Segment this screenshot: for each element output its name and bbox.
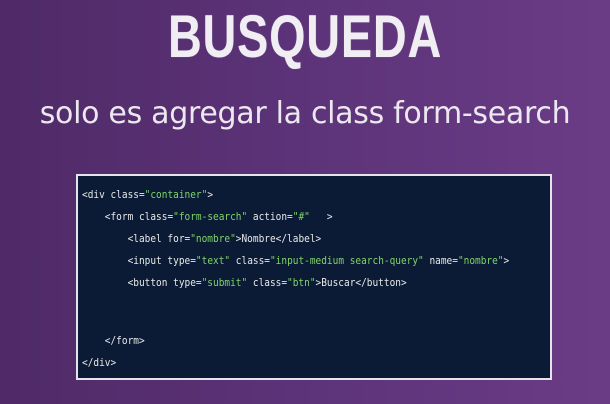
- code-text: >: [207, 188, 214, 201]
- code-text: action=: [247, 210, 293, 223]
- code-text: name=: [423, 254, 458, 267]
- code-string: "container": [144, 188, 208, 201]
- code-line: </div>: [82, 352, 481, 374]
- slide-subtitle: solo es agregar la class form-search: [39, 96, 571, 131]
- code-line: <label for="nombre">Nombre</label>: [82, 228, 481, 250]
- code-text: </div>: [82, 356, 117, 369]
- code-text: <form class=: [104, 210, 174, 223]
- code-line: <div class="container">: [82, 184, 481, 206]
- code-line: <button type="submit" class="btn">Buscar…: [82, 272, 481, 294]
- code-string: "input-medium search-query": [269, 254, 424, 267]
- code-text: >Buscar</button>: [315, 276, 407, 289]
- code-text: <div class=: [82, 188, 145, 201]
- code-text: <label for=: [127, 232, 191, 245]
- code-text: <button type=: [127, 276, 202, 289]
- code-text: class=: [230, 254, 270, 267]
- code-string: "nombre": [457, 254, 504, 267]
- code-string: "nombre": [190, 232, 236, 245]
- code-text: >Nombre</label>: [235, 232, 322, 245]
- code-string: "#": [292, 210, 310, 223]
- code-text: </form>: [104, 334, 145, 347]
- code-text: >: [503, 254, 510, 267]
- code-string: "submit": [201, 276, 248, 289]
- code-line: </form>: [82, 330, 481, 352]
- code-string: "form-search": [173, 210, 248, 223]
- code-text: class=: [247, 276, 288, 289]
- code-text: <input type=: [127, 254, 196, 267]
- code-string: "text": [195, 254, 231, 267]
- slide-title: BUSQUEDA: [167, 3, 443, 70]
- code-block: <div class="container"> <form class="for…: [76, 174, 552, 380]
- code-string: "btn": [287, 276, 316, 289]
- code-line: <input type="text" class="input-medium s…: [82, 250, 510, 272]
- code-line: <form class="form-search" action="#" >: [82, 206, 481, 228]
- code-text: >: [309, 210, 333, 223]
